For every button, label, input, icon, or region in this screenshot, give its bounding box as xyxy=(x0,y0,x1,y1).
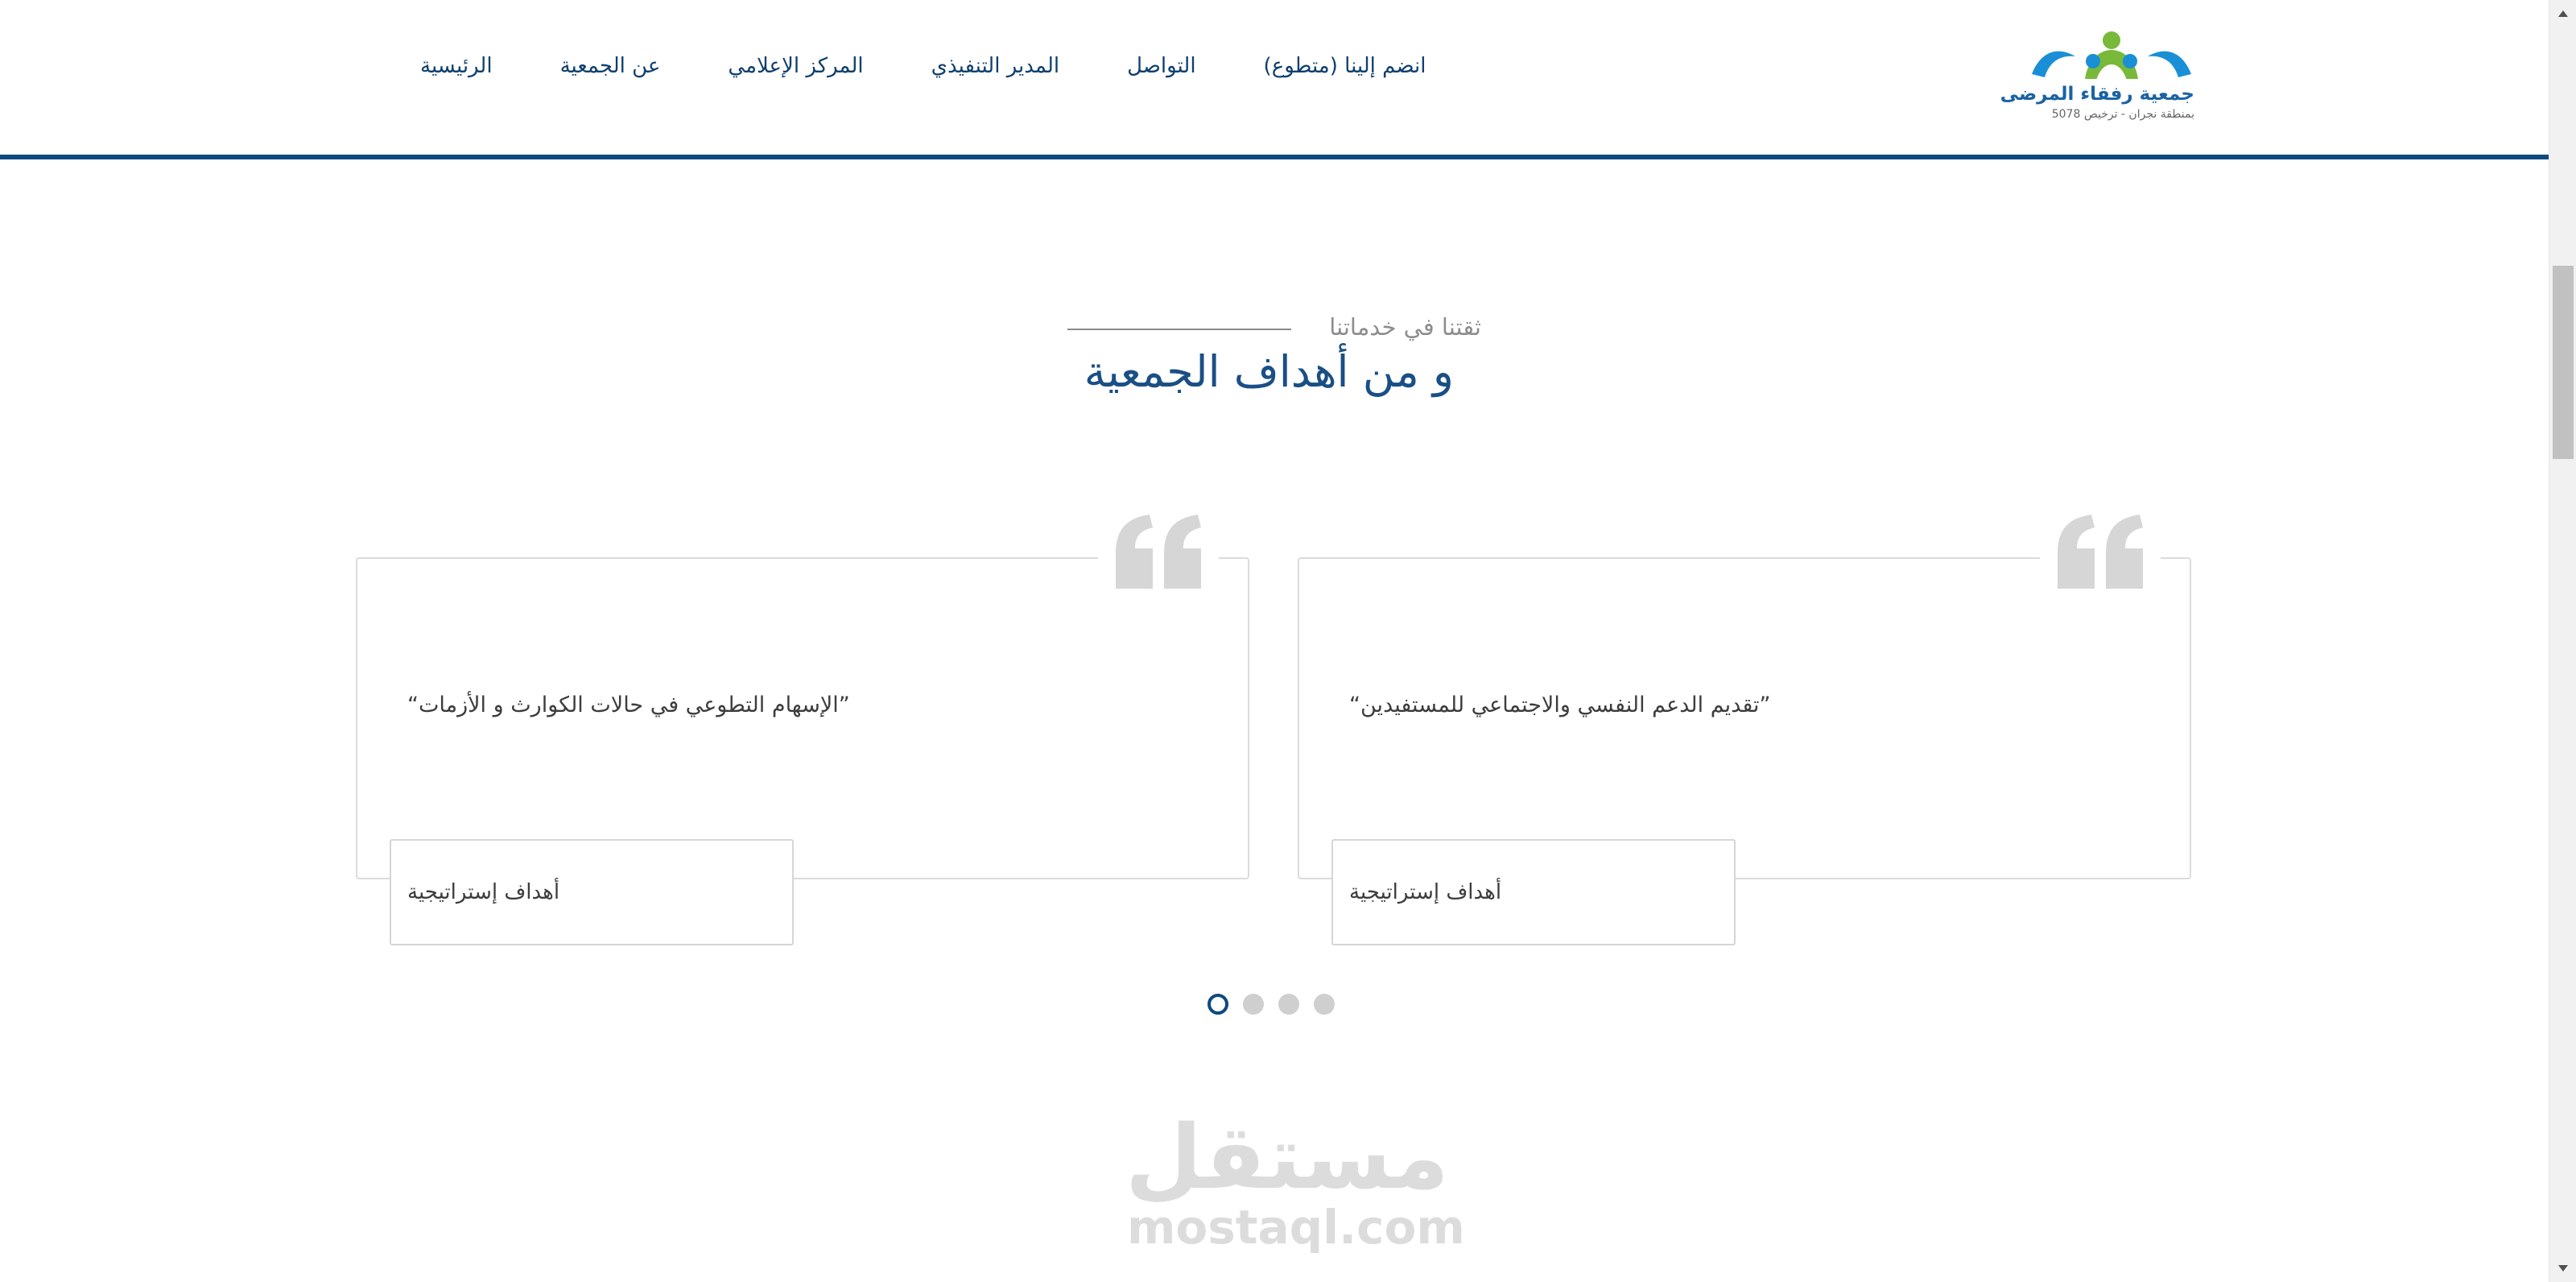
goal-card-text: “الإسهام التطوعي في حالات الكوارث و الأز… xyxy=(407,693,850,718)
section-eyebrow-text: ثقتنا في خدماتنا xyxy=(1329,313,1481,341)
goal-card-text: “تقديم الدعم النفسي والاجتماعي للمستفيدي… xyxy=(1349,693,1771,718)
logo-subtitle: بمنطقة نجران - ترخيص 5078 xyxy=(2051,108,2194,121)
logo-mark-icon xyxy=(2032,31,2191,81)
nav-item-media-center[interactable]: المركز الإعلامي xyxy=(694,48,897,84)
main-nav: الرئيسية عن الجمعية المركز الإعلامي المد… xyxy=(386,48,1459,84)
nav-item-join-volunteer[interactable]: انضم إلينا (متطوع) xyxy=(1230,48,1460,84)
nav-item-home[interactable]: الرئيسية xyxy=(386,48,526,84)
quote-icon xyxy=(1098,501,1219,602)
nav-item-about[interactable]: عن الجمعية xyxy=(526,48,695,84)
scroll-up-icon[interactable] xyxy=(2549,0,2576,27)
eyebrow-divider xyxy=(1067,329,1291,330)
scroll-down-icon[interactable] xyxy=(2549,1255,2576,1282)
carousel-dot-1[interactable] xyxy=(1208,994,1228,1015)
goal-card-tag-label: أهداف إستراتيجية xyxy=(1349,880,1502,904)
goal-card-tag: أهداف إستراتيجية xyxy=(1331,839,1736,945)
logo-title: جمعية رفقاء المرضى xyxy=(2000,84,2194,105)
carousel-dot-2[interactable] xyxy=(1243,994,1264,1015)
watermark: مستقل mostaql.com xyxy=(1125,1105,1465,1266)
nav-item-contact[interactable]: التواصل xyxy=(1093,48,1229,84)
carousel-dot-4[interactable] xyxy=(1314,994,1335,1015)
scrollbar-thumb[interactable] xyxy=(2553,266,2574,459)
goal-card: “الإسهام التطوعي في حالات الكوارث و الأز… xyxy=(356,501,1249,945)
nav-item-executive-director[interactable]: المدير التنفيذي xyxy=(898,48,1094,84)
section-eyebrow: ثقتنا في خدماتنا xyxy=(1067,309,1481,345)
goal-card-tag-label: أهداف إستراتيجية xyxy=(407,880,560,904)
quote-icon xyxy=(2040,501,2161,602)
watermark-arabic: مستقل xyxy=(1125,1106,1449,1209)
site-header: الرئيسية عن الجمعية المركز الإعلامي المد… xyxy=(0,0,2549,159)
section-title: و من أهداف الجمعية xyxy=(1084,346,1454,397)
carousel-dots xyxy=(1208,992,1335,1016)
site-logo[interactable]: جمعية رفقاء المرضى بمنطقة نجران - ترخيص … xyxy=(2000,29,2194,124)
watermark-latin: mostaql.com xyxy=(1127,1200,1465,1255)
page-scrollbar[interactable] xyxy=(2549,0,2576,1282)
page: الرئيسية عن الجمعية المركز الإعلامي المد… xyxy=(0,0,2549,1282)
goal-card: “تقديم الدعم النفسي والاجتماعي للمستفيدي… xyxy=(1298,501,2191,945)
goal-card-tag: أهداف إستراتيجية xyxy=(390,839,794,945)
carousel-dot-3[interactable] xyxy=(1278,994,1299,1015)
